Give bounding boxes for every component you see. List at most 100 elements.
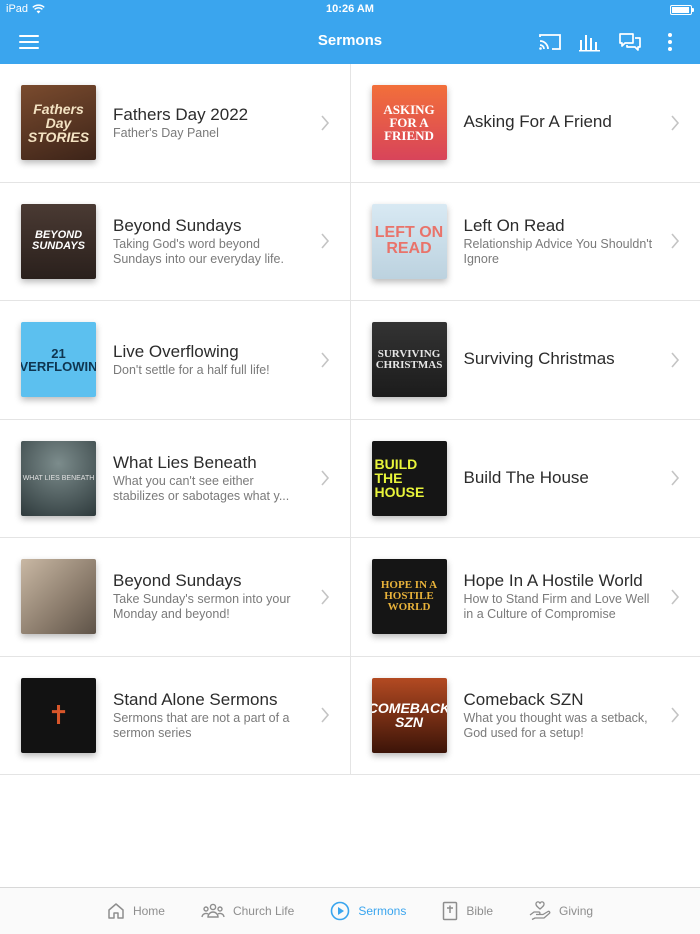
sermon-subtitle: Sermons that are not a part of a sermon …	[113, 710, 290, 740]
grid-row: ✝ Stand Alone Sermons Sermons that are n…	[0, 656, 700, 775]
sermon-subtitle: Take Sunday's sermon into your Monday an…	[113, 592, 291, 622]
thumbnail-art-text: ASKING FOR A FRIEND	[383, 102, 435, 144]
giving-hand-icon	[529, 901, 551, 921]
grid-row: BEYOND SUNDAYS Beyond Sundays Taking God…	[0, 182, 700, 301]
sermon-info: Fathers Day 2022 Father's Day Panel	[113, 105, 303, 141]
sermon-info: What Lies Beneath What you can't see eit…	[113, 453, 303, 504]
tab-label: Church Life	[232, 904, 295, 918]
sermon-thumbnail: 21 OVERFLOWING	[21, 322, 96, 398]
thumbnail-art-text: HOPE IN A HOSTILE WORLD	[380, 579, 438, 614]
chat-button[interactable]	[616, 28, 644, 56]
clock: 10:26 AM	[326, 3, 374, 15]
thumbnail-art-text: LEFT ON READ	[374, 224, 444, 258]
sermon-card[interactable]: HOPE IN A HOSTILE WORLD Hope In A Hostil…	[351, 538, 700, 656]
sermon-title: Fathers Day 2022	[113, 104, 249, 124]
battery-icon	[670, 5, 694, 15]
tab-sermons[interactable]: Sermons	[312, 888, 424, 934]
sermon-title: Live Overflowing	[113, 341, 239, 361]
sermon-card[interactable]: ASKING FOR A FRIEND Asking For A Friend	[351, 64, 700, 182]
chevron-right-icon	[671, 233, 680, 249]
chat-icon	[619, 33, 641, 51]
sermon-title: Stand Alone Sermons	[113, 689, 278, 709]
audio-button[interactable]	[576, 28, 604, 56]
sermon-card[interactable]: 21 OVERFLOWING Live Overflowing Don't se…	[0, 301, 351, 419]
sermon-card[interactable]: SURVIVING CHRISTMAS Surviving Christmas	[351, 301, 700, 419]
tab-home[interactable]: Home	[89, 888, 183, 934]
chevron-right-icon	[671, 352, 680, 368]
chevron-right-icon	[320, 470, 329, 486]
sermon-title: Hope In A Hostile World	[463, 571, 643, 591]
thumbnail-art-text: SURVIVING CHRISTMAS	[375, 347, 443, 371]
grid-row: Fathers Day STORIES Fathers Day 2022 Fat…	[0, 64, 700, 183]
more-vertical-icon	[668, 33, 672, 51]
sermon-thumbnail	[21, 559, 96, 635]
tab-label: Bible	[466, 904, 494, 918]
tab-church-life[interactable]: Church Life	[183, 888, 312, 934]
thumbnail-art-text: ✝	[47, 700, 70, 731]
sermon-card[interactable]: Fathers Day STORIES Fathers Day 2022 Fat…	[0, 64, 351, 182]
cast-icon	[539, 34, 561, 50]
chevron-right-icon	[671, 470, 680, 486]
chevron-right-icon	[320, 352, 329, 368]
chevron-right-icon	[671, 115, 680, 131]
sermon-subtitle: What you thought was a setback, God used…	[463, 710, 648, 740]
sermon-thumbnail: ASKING FOR A FRIEND	[371, 85, 447, 161]
chevron-right-icon	[320, 589, 329, 605]
grid-row: Beyond Sundays Take Sunday's sermon into…	[0, 538, 700, 657]
play-circle-icon	[331, 901, 350, 921]
sermon-title: Build The House	[463, 467, 589, 487]
sermon-title: Beyond Sundays	[113, 215, 242, 235]
sermon-thumbnail: Fathers Day STORIES	[21, 85, 96, 161]
sermon-subtitle: Taking God's word beyond Sundays into ou…	[113, 236, 284, 266]
sermon-title: Surviving Christmas	[463, 349, 615, 369]
sermon-card[interactable]: COMEBACK SZN Comeback SZN What you thoug…	[351, 657, 700, 775]
sermon-info: Beyond Sundays Taking God's word beyond …	[113, 216, 303, 267]
tab-label: Giving	[559, 904, 594, 918]
sermon-card[interactable]: BEYOND SUNDAYS Beyond Sundays Taking God…	[0, 182, 351, 300]
sermon-title: What Lies Beneath	[113, 452, 257, 472]
sermon-card[interactable]: Beyond Sundays Take Sunday's sermon into…	[0, 538, 351, 656]
tab-bible[interactable]: Bible	[424, 888, 511, 934]
chevron-right-icon	[671, 707, 680, 723]
bottom-tab-bar: Home Church Life Sermons Bible Giving	[0, 887, 700, 934]
sermon-info: Build The House	[464, 468, 654, 489]
chevron-right-icon	[320, 233, 329, 249]
sermon-info: Beyond Sundays Take Sunday's sermon into…	[113, 571, 303, 622]
sermon-series-grid: Fathers Day STORIES Fathers Day 2022 Fat…	[0, 64, 700, 775]
sermon-title: Comeback SZN	[463, 689, 584, 709]
status-bar: iPad 10:26 AM	[0, 0, 700, 20]
sermon-info: Comeback SZN What you thought was a setb…	[464, 690, 654, 741]
audio-bars-icon	[579, 35, 600, 52]
sermon-thumbnail: SURVIVING CHRISTMAS	[371, 322, 447, 398]
sermon-subtitle: Don't settle for a half full life!	[113, 362, 270, 377]
sermon-info: Live Overflowing Don't settle for a half…	[113, 342, 303, 378]
sermon-subtitle: Father's Day Panel	[113, 125, 219, 140]
sermon-card[interactable]: LEFT ON READ Left On Read Relationship A…	[351, 183, 700, 301]
sermon-thumbnail: BUILD THE HOUSE	[371, 440, 447, 516]
sermon-thumbnail: BEYOND SUNDAYS	[21, 203, 96, 279]
home-icon	[108, 903, 124, 919]
sermon-subtitle: How to Stand Firm and Love Well in a Cul…	[463, 592, 650, 622]
thumbnail-art-text: BEYOND SUNDAYS	[32, 229, 85, 253]
tab-label: Sermons	[358, 904, 407, 918]
thumbnail-art-text: BUILD THE HOUSE	[374, 456, 425, 501]
sermon-thumbnail: LEFT ON READ	[371, 203, 447, 279]
sermon-thumbnail: ✝	[21, 677, 96, 753]
sermon-card[interactable]: WHAT LIES BENEATH What Lies Beneath What…	[0, 419, 351, 537]
sermon-info: Surviving Christmas	[464, 349, 654, 370]
sermon-thumbnail: HOPE IN A HOSTILE WORLD	[371, 559, 447, 635]
chevron-right-icon	[320, 115, 329, 131]
more-options-button[interactable]	[656, 28, 684, 56]
sermon-card[interactable]: ✝ Stand Alone Sermons Sermons that are n…	[0, 656, 351, 774]
people-icon	[201, 903, 225, 918]
sermon-info: Left On Read Relationship Advice You Sho…	[464, 216, 654, 267]
thumbnail-art-text: Fathers Day STORIES	[27, 100, 90, 145]
sermon-subtitle: What you can't see either stabilizes or …	[113, 473, 290, 503]
sermon-card[interactable]: BUILD THE HOUSE Build The House	[351, 420, 700, 538]
cast-button[interactable]	[536, 28, 564, 56]
sermon-info: Asking For A Friend	[464, 112, 654, 133]
tab-giving[interactable]: Giving	[511, 888, 611, 934]
sermon-info: Hope In A Hostile World How to Stand Fir…	[464, 571, 654, 622]
sermon-thumbnail: COMEBACK SZN	[371, 677, 447, 753]
grid-row: 21 OVERFLOWING Live Overflowing Don't se…	[0, 301, 700, 420]
